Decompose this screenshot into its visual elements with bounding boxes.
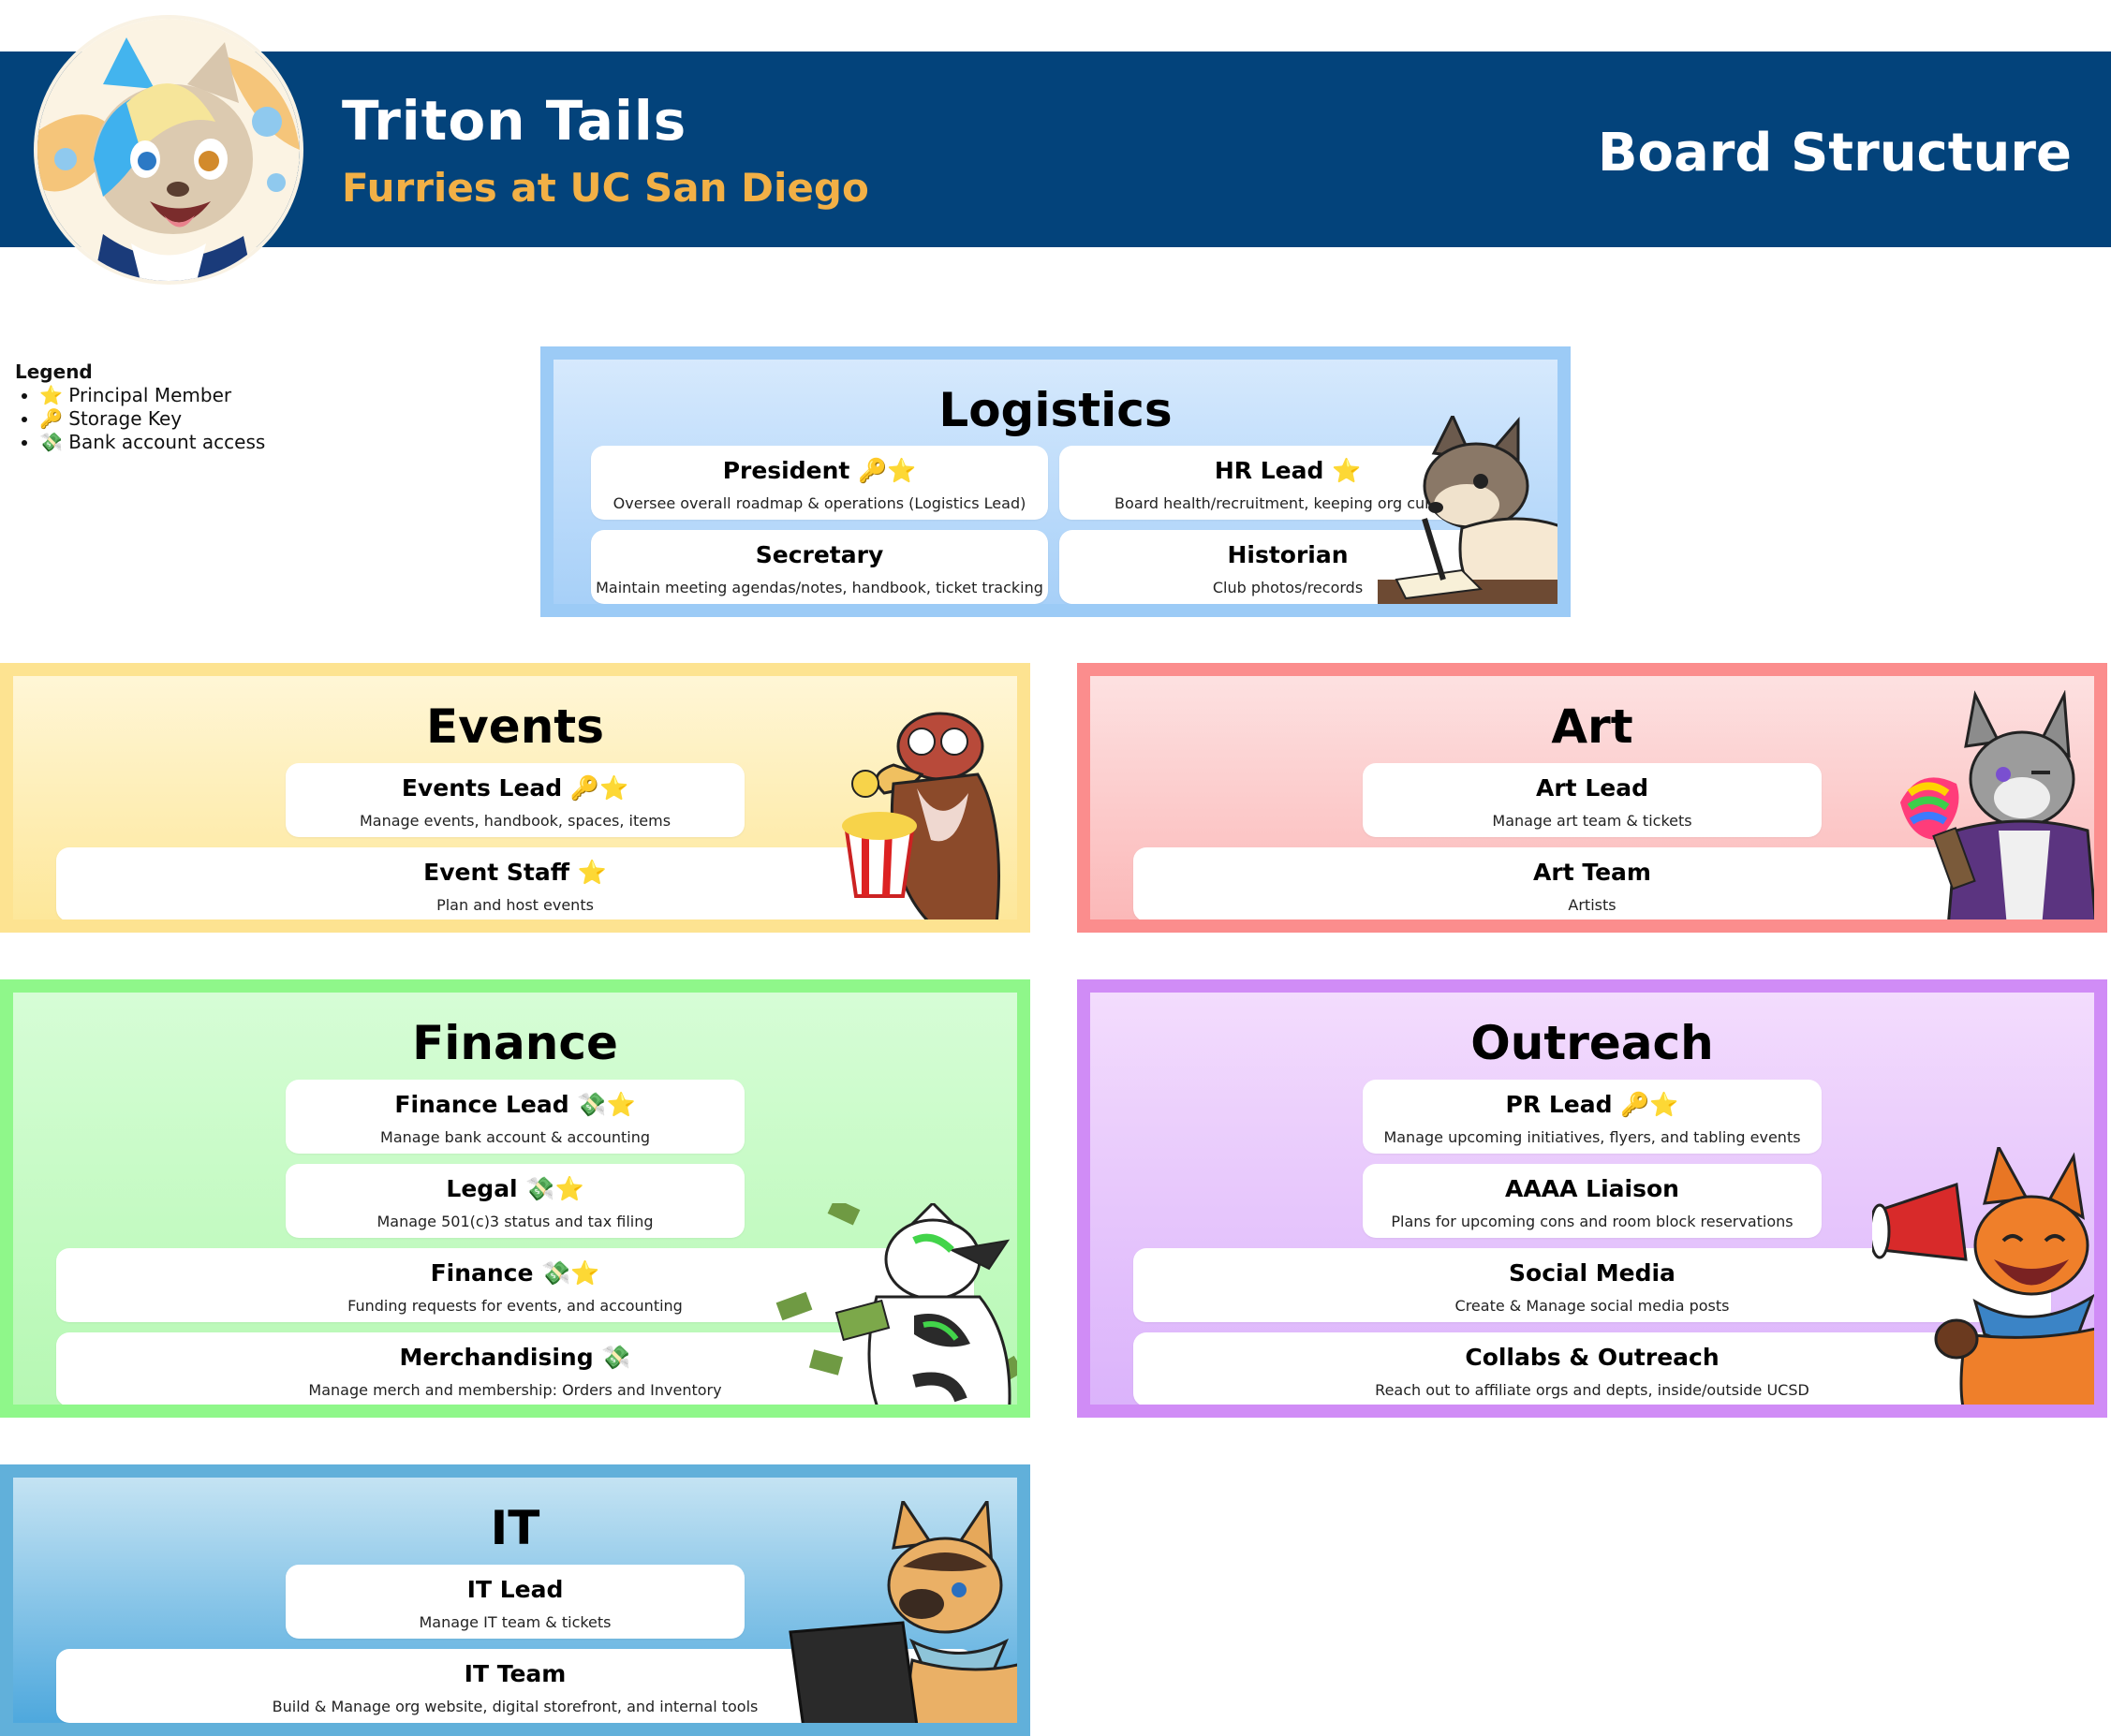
role-title: AAAA Liaison <box>1505 1175 1679 1202</box>
bird-popcorn-mascot <box>828 709 1017 919</box>
role-title: Legal 💸⭐ <box>446 1175 584 1202</box>
role-title: Secretary <box>755 541 884 568</box>
role-card-aaaa-liaison: AAAA Liaison Plans for upcoming cons and… <box>1363 1164 1822 1238</box>
board-structure-title: Board Structure <box>1597 123 2072 184</box>
role-card-finance-lead: Finance Lead 💸⭐ Manage bank account & ac… <box>286 1080 745 1154</box>
role-card-art-lead: Art Lead Manage art team & tickets <box>1363 763 1822 837</box>
role-card-secretary: Secretary Maintain meeting agendas/notes… <box>591 530 1048 604</box>
role-description: Manage bank account & accounting <box>380 1128 650 1146</box>
role-card-president: President 🔑⭐ Oversee overall roadmap & o… <box>591 446 1048 520</box>
committee-finance: Finance Finance Lead 💸⭐ Manage bank acco… <box>0 979 1030 1418</box>
role-description: Manage art team & tickets <box>1492 812 1692 830</box>
wolf-painter-mascot <box>1891 690 2094 919</box>
legend-item-principal-member: ⭐ Principal Member <box>39 384 265 407</box>
committee-title: Finance <box>412 1016 618 1070</box>
role-card-pr-lead: PR Lead 🔑⭐ Manage upcoming initiatives, … <box>1363 1080 1822 1154</box>
legend: Legend ⭐ Principal Member 🔑 Storage Key … <box>15 360 265 454</box>
role-title: IT Lead <box>466 1576 564 1603</box>
legend-item-storage-key: 🔑 Storage Key <box>39 407 265 431</box>
role-card-events-lead: Events Lead 🔑⭐ Manage events, handbook, … <box>286 763 745 837</box>
role-title: Events Lead 🔑⭐ <box>401 774 629 802</box>
fox-megaphone-mascot <box>1872 1147 2094 1405</box>
mascot-logo-illustration <box>37 19 300 281</box>
role-card-legal: Legal 💸⭐ Manage 501(c)3 status and tax f… <box>286 1164 745 1238</box>
role-description: Maintain meeting agendas/notes, handbook… <box>596 579 1043 596</box>
dog-laptop-mascot <box>772 1501 1017 1723</box>
org-subtitle: Furries at UC San Diego <box>342 165 869 211</box>
role-card-it-lead: IT Lead Manage IT team & tickets <box>286 1565 745 1639</box>
committee-art: Art Art Lead Manage art team & tickets A… <box>1077 663 2107 933</box>
org-name: Triton Tails <box>342 89 687 153</box>
legend-item-bank-access: 💸 Bank account access <box>39 431 265 454</box>
legend-title: Legend <box>15 360 93 383</box>
committee-it: IT IT Lead Manage IT team & tickets IT T… <box>0 1464 1030 1736</box>
role-title: Finance Lead 💸⭐ <box>394 1091 636 1118</box>
role-title: President 🔑⭐ <box>722 457 917 484</box>
role-description: Oversee overall roadmap & operations (Lo… <box>613 494 1026 512</box>
role-description: Manage IT team & tickets <box>419 1613 612 1631</box>
role-title: PR Lead 🔑⭐ <box>1505 1091 1679 1118</box>
role-description: Manage 501(c)3 status and tax filing <box>376 1213 654 1230</box>
committee-title: Outreach <box>1470 1016 1714 1070</box>
wolf-writing-mascot <box>1378 416 1557 604</box>
role-description: Manage events, handbook, spaces, items <box>359 812 672 830</box>
role-description: Manage upcoming initiatives, flyers, and… <box>1383 1128 1801 1146</box>
legend-list: ⭐ Principal Member 🔑 Storage Key 💸 Bank … <box>15 384 265 454</box>
role-description: Plans for upcoming cons and room block r… <box>1391 1213 1794 1230</box>
committee-events: Events Events Lead 🔑⭐ Manage events, han… <box>0 663 1030 933</box>
committee-outreach: Outreach PR Lead 🔑⭐ Manage upcoming init… <box>1077 979 2107 1418</box>
club-mascot-logo <box>37 19 300 281</box>
dog-money-mascot <box>774 1203 1017 1405</box>
role-title: Art Lead <box>1536 774 1648 802</box>
committee-logistics: Logistics President 🔑⭐ Oversee overall r… <box>540 346 1571 617</box>
